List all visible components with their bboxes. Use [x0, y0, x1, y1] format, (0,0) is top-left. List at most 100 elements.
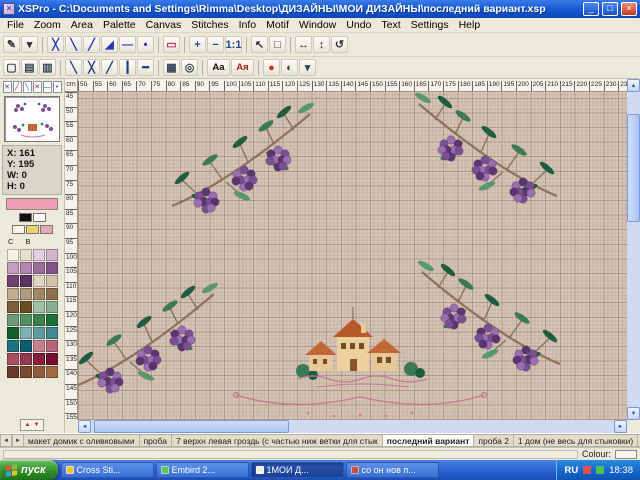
menu-item-window[interactable]: Window [294, 19, 341, 31]
tab-scroll-right-icon[interactable]: ► [12, 434, 24, 447]
palette-color-cell[interactable] [46, 288, 58, 300]
palette-color-cell[interactable] [20, 275, 32, 287]
palette-color-cell[interactable] [33, 366, 45, 378]
color-swatch[interactable] [19, 213, 32, 222]
palette-color-cell[interactable] [33, 262, 45, 274]
vertical-scroll-thumb[interactable] [627, 114, 640, 222]
french-knot-icon[interactable]: • [137, 36, 154, 53]
full-stitch-icon[interactable]: ╳ [47, 36, 64, 53]
scroll-down-icon[interactable]: ▼ [627, 407, 640, 420]
color-mode-icon[interactable]: ● [263, 59, 280, 76]
center-view-icon[interactable]: ◎ [181, 59, 198, 76]
palette-color-cell[interactable] [7, 249, 19, 261]
zoom-out-icon[interactable]: − [207, 36, 224, 53]
half-stitch-icon[interactable]: ╲ [65, 36, 82, 53]
eraser-icon[interactable]: ▭ [163, 36, 180, 53]
spinner-down-icon[interactable]: ▼ [34, 422, 40, 428]
quarter-cross-tool-icon[interactable]: ╲ [23, 81, 32, 93]
palette-color-cell[interactable] [33, 353, 45, 365]
horizontal-scroll-track[interactable] [91, 420, 614, 433]
palette-color-cell[interactable] [33, 249, 45, 261]
pattern-tab-5[interactable]: проба 2 [474, 434, 514, 447]
back-stitch-icon[interactable]: — [119, 36, 136, 53]
palette-color-cell[interactable] [7, 314, 19, 326]
pattern-tab-3[interactable]: 7 верхн левая гроздь (с частью ниж ветки… [172, 434, 383, 447]
palette-color-cell[interactable] [33, 327, 45, 339]
menu-item-text[interactable]: Text [376, 19, 405, 31]
pattern-tab-1[interactable]: макет домик с оливковыми [24, 434, 140, 447]
scroll-right-icon[interactable]: ► [614, 420, 627, 433]
palette-color-cell[interactable] [33, 301, 45, 313]
palette-color-cell[interactable] [46, 314, 58, 326]
palette-color-cell[interactable] [7, 301, 19, 313]
selected-color-swatch[interactable] [6, 198, 58, 210]
menu-item-settings[interactable]: Settings [406, 19, 454, 31]
palette-color-cell[interactable] [46, 275, 58, 287]
menu-item-motif[interactable]: Motif [261, 19, 294, 31]
quarter-stitch-icon[interactable]: ╱ [83, 36, 100, 53]
palette-color-cell[interactable] [20, 353, 32, 365]
grid-toggle-icon[interactable]: ▦ [163, 59, 180, 76]
palette-color-cell[interactable] [7, 353, 19, 365]
knot-tool-icon[interactable]: • [53, 81, 62, 93]
language-indicator[interactable]: RU [564, 465, 578, 476]
stitch-navy-back-icon[interactable]: ╲ [65, 59, 82, 76]
taskbar-task-4[interactable]: со он нов п... [346, 462, 439, 478]
horizontal-scrollbar[interactable]: ◄ ► [78, 420, 627, 433]
taskbar-task-3[interactable]: 1МОИ Д... [251, 462, 344, 478]
palette-color-cell[interactable] [20, 249, 32, 261]
palette-color-cell[interactable] [33, 275, 45, 287]
maximize-button[interactable]: □ [602, 2, 618, 16]
palette-color-cell[interactable] [46, 340, 58, 352]
palette-color-cell[interactable] [7, 262, 19, 274]
palette-color-cell[interactable] [33, 314, 45, 326]
pencil-icon[interactable]: ✎ [3, 36, 20, 53]
pencil-dropdown-icon[interactable]: ▾ [21, 36, 38, 53]
text-latin-icon[interactable]: Aa [207, 59, 230, 76]
menu-item-stitches[interactable]: Stitches [186, 19, 233, 31]
palette-color-cell[interactable] [20, 366, 32, 378]
stitch-navy-vert-icon[interactable]: ┃ [119, 59, 136, 76]
stitch-navy-cross-icon[interactable]: ╳ [83, 59, 100, 76]
save-file-icon[interactable]: ▥ [39, 59, 56, 76]
menu-item-file[interactable]: File [2, 19, 29, 31]
palette-color-cell[interactable] [33, 340, 45, 352]
color-swatch[interactable] [33, 213, 46, 222]
palette-color-cell[interactable] [20, 262, 32, 274]
pattern-tab-6[interactable]: 1 дом (не весь для стыковки) [514, 434, 638, 447]
more-tools-icon[interactable]: ▾ [299, 59, 316, 76]
mirror-vertical-icon[interactable]: ↕ [313, 36, 330, 53]
color-swatch[interactable] [26, 225, 39, 234]
three-quarter-stitch-icon[interactable]: ◢ [101, 36, 118, 53]
select-area-icon[interactable]: □ [269, 36, 286, 53]
back-stitch-tool-icon[interactable]: — [43, 81, 52, 93]
color-swatch[interactable] [40, 225, 53, 234]
design-canvas[interactable] [78, 92, 627, 420]
pattern-tab-2[interactable]: проба [140, 434, 172, 447]
palette-color-cell[interactable] [20, 340, 32, 352]
menu-item-palette[interactable]: Palette [98, 19, 141, 31]
vertical-scrollbar[interactable]: ▲ ▼ [627, 79, 640, 420]
palette-color-cell[interactable] [46, 353, 58, 365]
palette-color-cell[interactable] [7, 288, 19, 300]
tray-status-icon[interactable] [596, 466, 604, 474]
open-file-icon[interactable]: ▤ [21, 59, 38, 76]
menu-item-info[interactable]: Info [234, 19, 262, 31]
menu-item-zoom[interactable]: Zoom [29, 19, 66, 31]
spinner-up-icon[interactable]: ▲ [25, 422, 31, 428]
scroll-up-icon[interactable]: ▲ [627, 79, 640, 92]
start-button[interactable]: пуск [0, 460, 58, 480]
close-button[interactable]: × [621, 2, 637, 16]
stitch-navy-horiz-icon[interactable]: ━ [137, 59, 154, 76]
scroll-left-icon[interactable]: ◄ [78, 420, 91, 433]
horizontal-scroll-thumb[interactable] [94, 420, 289, 433]
text-cyrillic-icon[interactable]: Ая [231, 59, 254, 76]
palette-color-cell[interactable] [7, 275, 19, 287]
palette-color-cell[interactable] [46, 301, 58, 313]
tray-app-icon[interactable] [583, 466, 591, 474]
rotate-icon[interactable]: ↺ [331, 36, 348, 53]
palette-color-cell[interactable] [7, 327, 19, 339]
vertical-scroll-track[interactable] [627, 92, 640, 407]
color-swatch[interactable] [12, 225, 25, 234]
menu-item-help[interactable]: Help [454, 19, 486, 31]
